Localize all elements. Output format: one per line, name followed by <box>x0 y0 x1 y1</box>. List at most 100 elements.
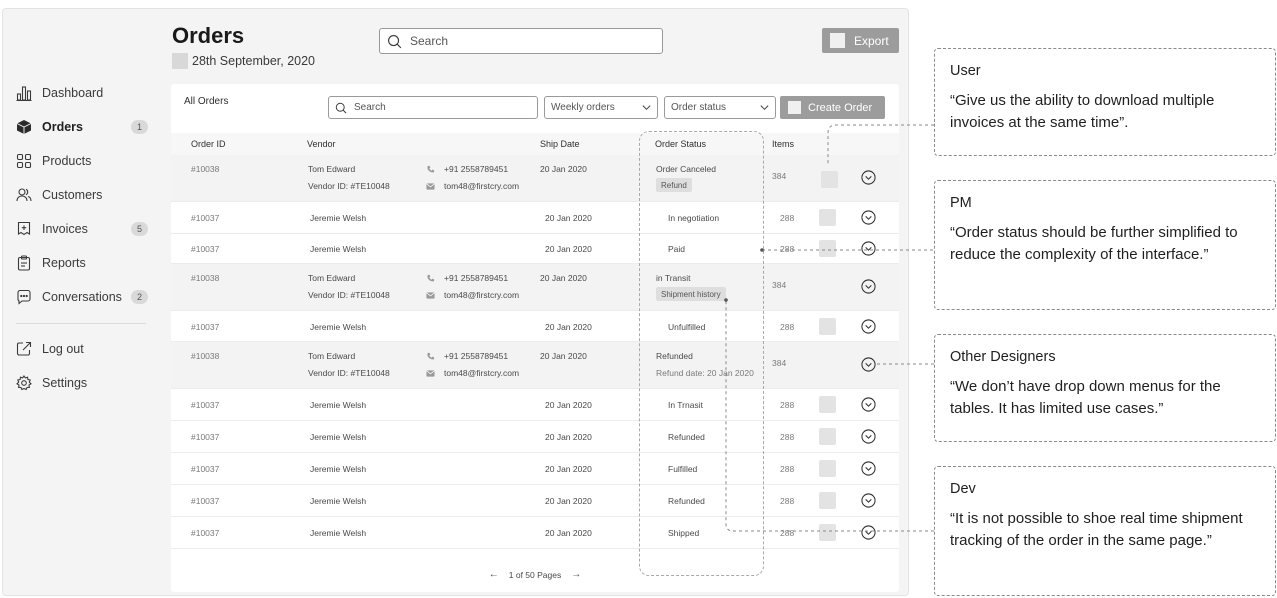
table-row[interactable]: #10038 Tom Edward Vendor ID: #TE10048 +91 2… <box>171 264 899 311</box>
table-row[interactable]: #10037 Jeremie Welsh 20 Jan 2020 Fulfilled 2… <box>171 453 899 485</box>
row-expand-icon[interactable] <box>861 493 876 508</box>
table-row[interactable]: #10038 Tom Edward Vendor ID: #TE10048 +91 2… <box>171 342 899 389</box>
invoice-thumbnail[interactable] <box>819 492 836 509</box>
table-row[interactable]: #10037 Jeremie Welsh 20 Jan 2020 Shipped 288 <box>171 517 899 549</box>
order-id[interactable]: #10038 <box>191 273 219 283</box>
period-select[interactable]: Weekly orders <box>544 96 658 119</box>
invoice-thumbnail[interactable] <box>819 524 836 541</box>
order-id[interactable]: #10037 <box>191 213 219 223</box>
items-count: 288 <box>780 322 795 332</box>
sidebar-item-dashboard[interactable]: Dashboard <box>16 83 148 103</box>
ship-date: 20 Jan 2020 <box>545 432 592 442</box>
logout-icon <box>16 341 32 357</box>
logout-button[interactable]: Log out <box>16 339 148 359</box>
sidebar-item-invoices[interactable]: Invoices 5 <box>16 219 148 239</box>
note-author: PM <box>950 195 972 211</box>
column-header-items[interactable]: Items <box>772 139 794 149</box>
chart-bar-icon <box>16 85 32 101</box>
table-row[interactable]: #10037 Jeremie Welsh 20 Jan 2020 Refunded 28… <box>171 421 899 453</box>
order-id[interactable]: #10037 <box>191 496 219 506</box>
ship-date: 20 Jan 2020 <box>540 273 587 283</box>
vendor-name: Jeremie Welsh <box>310 244 367 254</box>
vendor-phone[interactable]: +91 2558789451 <box>444 351 508 361</box>
next-page-button[interactable]: → <box>571 569 581 580</box>
export-button[interactable]: Export <box>822 28 899 53</box>
table-row[interactable]: #10038 Tom Edward Vendor ID: #TE10048 +91 2… <box>171 155 899 202</box>
select-value: Weekly orders <box>551 102 615 113</box>
column-header-order-id[interactable]: Order ID <box>191 139 226 149</box>
row-expand-icon[interactable] <box>861 241 876 256</box>
sidebar-item-products[interactable]: Products <box>16 151 148 171</box>
order-id[interactable]: #10037 <box>191 400 219 410</box>
status-select[interactable]: Order status <box>664 96 776 119</box>
sidebar-divider <box>16 323 146 324</box>
sidebar-item-settings[interactable]: Settings <box>16 373 148 393</box>
table-search-input[interactable]: Search <box>328 96 538 119</box>
table-row[interactable]: #10037 Jeremie Welsh 20 Jan 2020 In Trnasit… <box>171 389 899 421</box>
items-count: 288 <box>780 432 795 442</box>
column-header-vendor[interactable]: Vendor <box>307 139 336 149</box>
column-header-ship-date[interactable]: Ship Date <box>540 139 580 149</box>
invoice-thumbnail[interactable] <box>819 460 836 477</box>
order-id[interactable]: #10037 <box>191 322 219 332</box>
order-id[interactable]: #10038 <box>191 164 219 174</box>
invoice-thumbnail[interactable] <box>819 209 836 226</box>
vendor-email[interactable]: tom48@firstcry.com <box>444 181 519 191</box>
row-expand-icon[interactable] <box>861 525 876 540</box>
order-id[interactable]: #10037 <box>191 464 219 474</box>
row-expand-icon[interactable] <box>861 170 876 185</box>
row-expand-icon[interactable] <box>861 319 876 334</box>
sidebar-item-orders[interactable]: Orders 1 <box>16 117 148 137</box>
order-status: Fulfilled <box>668 464 698 474</box>
invoice-thumbnail[interactable] <box>819 318 836 335</box>
phone-icon <box>427 165 435 173</box>
status-tag[interactable]: Shipment history <box>656 287 726 301</box>
row-expand-icon[interactable] <box>861 279 876 294</box>
sidebar-item-conversations[interactable]: Conversations 2 <box>16 287 148 307</box>
invoice-thumbnail[interactable] <box>819 396 836 413</box>
vendor-name: Jeremie Welsh <box>310 400 367 410</box>
order-id[interactable]: #10037 <box>191 528 219 538</box>
vendor-email[interactable]: tom48@firstcry.com <box>444 368 519 378</box>
row-expand-icon[interactable] <box>861 357 876 372</box>
sidebar: Dashboard Orders 1 Products Customers In… <box>3 9 158 595</box>
status-tag[interactable]: Refund <box>656 178 692 192</box>
search-icon <box>335 102 347 113</box>
vendor-id: Vendor ID: #TE10048 <box>308 181 390 191</box>
order-id[interactable]: #10037 <box>191 244 219 254</box>
pagination-label: 1 of 50 Pages <box>508 569 562 580</box>
invoice-thumbnail[interactable] <box>821 171 838 188</box>
vendor-name: Jeremie Welsh <box>310 432 367 442</box>
prev-page-button[interactable]: ← <box>489 569 499 580</box>
table-row[interactable]: #10037 Jeremie Welsh 20 Jan 2020 Refunded 28… <box>171 485 899 517</box>
search-icon <box>388 34 402 48</box>
items-count: 288 <box>780 464 795 474</box>
search-input[interactable]: Search <box>379 28 663 54</box>
create-order-button[interactable]: Create Order <box>780 96 885 119</box>
table-row[interactable]: #10037 Jeremie Welsh 20 Jan 2020 Paid 288 <box>171 234 899 264</box>
order-status: Shipped <box>668 528 700 538</box>
sidebar-item-customers[interactable]: Customers <box>16 185 148 205</box>
sidebar-item-reports[interactable]: Reports <box>16 253 148 273</box>
vendor-email[interactable]: tom48@firstcry.com <box>444 290 519 300</box>
table-row[interactable]: #10037 Jeremie Welsh 20 Jan 2020 Unfulfille… <box>171 311 899 342</box>
invoice-thumbnail[interactable] <box>819 240 836 257</box>
vendor-name: Tom Edward <box>308 164 356 174</box>
row-expand-icon[interactable] <box>861 210 876 225</box>
invoice-thumbnail[interactable] <box>819 428 836 445</box>
order-id[interactable]: #10037 <box>191 432 219 442</box>
invoice-icon <box>16 221 32 237</box>
row-expand-icon[interactable] <box>861 429 876 444</box>
vendor-phone[interactable]: +91 2558789451 <box>444 164 508 174</box>
table-row[interactable]: #10037 Jeremie Welsh 20 Jan 2020 In negotia… <box>171 202 899 234</box>
column-header-status[interactable]: Order Status <box>655 139 706 149</box>
ship-date: 20 Jan 2020 <box>545 464 592 474</box>
order-id[interactable]: #10038 <box>191 351 219 361</box>
vendor-phone[interactable]: +91 2558789451 <box>444 273 508 283</box>
row-expand-icon[interactable] <box>861 397 876 412</box>
ship-date: 20 Jan 2020 <box>545 322 592 332</box>
ship-date: 20 Jan 2020 <box>540 351 587 361</box>
items-count: 288 <box>780 496 795 506</box>
row-expand-icon[interactable] <box>861 461 876 476</box>
order-status: Paid <box>668 244 686 254</box>
